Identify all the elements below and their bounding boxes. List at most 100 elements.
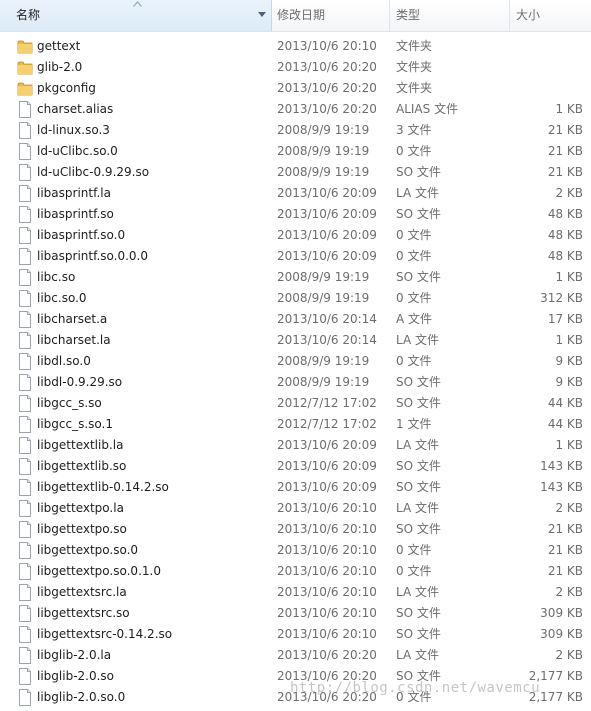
file-icon — [17, 584, 33, 601]
file-row[interactable]: libglib-2.0.so 2013/10/6 20:20 SO 文件 2,177 … — [0, 666, 591, 687]
column-header-date[interactable]: 修改日期 — [272, 0, 390, 31]
file-name: libgettextsrc-0.14.2.so — [37, 627, 173, 641]
file-row[interactable]: libcharset.la 2013/10/6 20:14 LA 文件 1 KB — [0, 330, 591, 351]
file-modified-date: 2013/10/6 20:20 — [277, 60, 377, 74]
file-size: 21 KB — [547, 543, 583, 557]
file-row[interactable]: libgettextlib-0.14.2.so 2013/10/6 20:09 SO… — [0, 477, 591, 498]
file-row[interactable]: libgcc_s.so.1 2012/7/12 17:02 1 文件 44 KB — [0, 414, 591, 435]
file-type: SO 文件 — [396, 522, 441, 536]
file-size: 2 KB — [555, 648, 583, 662]
file-row[interactable]: libcharset.a 2013/10/6 20:14 A 文件 17 KB — [0, 309, 591, 330]
file-name: charset.alias — [37, 102, 114, 116]
file-type: LA 文件 — [396, 648, 439, 662]
file-type: SO 文件 — [396, 165, 441, 179]
file-row[interactable]: libgettextlib.la 2013/10/6 20:09 LA 文件 1 KB — [0, 435, 591, 456]
column-header-type[interactable]: 类型 — [390, 0, 510, 31]
folder-row[interactable]: gettext 2013/10/6 20:10 文件夹 — [0, 36, 591, 57]
column-header-name-label: 名称 — [16, 8, 41, 22]
sort-ascending-icon — [133, 1, 142, 7]
file-modified-date: 2013/10/6 20:20 — [277, 648, 377, 662]
file-modified-date: 2013/10/6 20:14 — [277, 333, 377, 347]
file-row[interactable]: libgettextsrc.so 2013/10/6 20:10 SO 文件 309 … — [0, 603, 591, 624]
file-name: libgettextlib.so — [37, 459, 127, 473]
file-size: 9 KB — [555, 375, 583, 389]
file-row[interactable]: libgettextpo.so.0 2013/10/6 20:10 0 文件 21 K… — [0, 540, 591, 561]
file-row[interactable]: libgcc_s.so 2012/7/12 17:02 SO 文件 44 KB — [0, 393, 591, 414]
file-modified-date: 2008/9/9 19:19 — [277, 270, 370, 284]
file-name: glib-2.0 — [37, 60, 83, 74]
file-type: 文件夹 — [396, 39, 433, 53]
file-type: SO 文件 — [396, 270, 441, 284]
file-row[interactable]: libasprintf.so.0.0.0 2013/10/6 20:09 0 文件 4… — [0, 246, 591, 267]
file-modified-date: 2008/9/9 19:19 — [277, 165, 370, 179]
file-size: 48 KB — [547, 249, 583, 263]
file-type: 1 文件 — [396, 417, 432, 431]
file-size: 2,177 KB — [528, 669, 583, 683]
file-row[interactable]: libc.so.0 2008/9/9 19:19 0 文件 312 KB — [0, 288, 591, 309]
file-name: pkgconfig — [37, 81, 96, 95]
file-size: 44 KB — [547, 417, 583, 431]
file-icon — [17, 227, 33, 244]
file-type: LA 文件 — [396, 501, 439, 515]
column-filter-dropdown-icon[interactable] — [258, 12, 266, 18]
file-row[interactable]: ld-uClibc.so.0 2008/9/9 19:19 0 文件 21 KB — [0, 141, 591, 162]
file-name: libglib-2.0.la — [37, 648, 112, 662]
file-icon — [17, 164, 33, 181]
file-row[interactable]: libgettextsrc.la 2013/10/6 20:10 LA 文件 2 KB — [0, 582, 591, 603]
file-row[interactable]: libdl.so.0 2008/9/9 19:19 0 文件 9 KB — [0, 351, 591, 372]
file-name: libc.so — [37, 270, 76, 284]
file-name: libgettextsrc.la — [37, 585, 127, 599]
file-row[interactable]: libasprintf.so.0 2013/10/6 20:09 0 文件 48 KB — [0, 225, 591, 246]
file-icon — [17, 647, 33, 664]
file-type: SO 文件 — [396, 459, 441, 473]
file-row[interactable]: libc.so 2008/9/9 19:19 SO 文件 1 KB — [0, 267, 591, 288]
file-row[interactable]: libasprintf.la 2013/10/6 20:09 LA 文件 2 KB — [0, 183, 591, 204]
file-name: libgettextlib-0.14.2.so — [37, 480, 169, 494]
file-name: libgettextsrc.so — [37, 606, 130, 620]
file-icon — [17, 374, 33, 391]
file-row[interactable]: libgettextsrc-0.14.2.so 2013/10/6 20:10 SO… — [0, 624, 591, 645]
file-icon — [17, 143, 33, 160]
file-name: libgettextpo.la — [37, 501, 124, 515]
file-row[interactable]: charset.alias 2013/10/6 20:20 ALIAS 文件 1 KB — [0, 99, 591, 120]
file-icon — [17, 500, 33, 517]
file-row[interactable]: libgettextpo.la 2013/10/6 20:10 LA 文件 2 KB — [0, 498, 591, 519]
file-row[interactable]: libgettextpo.so.0.1.0 2013/10/6 20:10 0 文件… — [0, 561, 591, 582]
file-row[interactable]: libdl-0.9.29.so 2008/9/9 19:19 SO 文件 9 KB — [0, 372, 591, 393]
file-size: 2 KB — [555, 186, 583, 200]
file-icon — [17, 332, 33, 349]
file-name: libc.so.0 — [37, 291, 87, 305]
file-size: 309 KB — [540, 627, 583, 641]
file-size: 21 KB — [547, 564, 583, 578]
file-row[interactable]: libgettextlib.so 2013/10/6 20:09 SO 文件 143 … — [0, 456, 591, 477]
file-modified-date: 2013/10/6 20:09 — [277, 459, 377, 473]
file-modified-date: 2008/9/9 19:19 — [277, 144, 370, 158]
file-name: libgettextpo.so.0 — [37, 543, 139, 557]
file-row[interactable]: libgettextpo.so 2013/10/6 20:10 SO 文件 21 KB — [0, 519, 591, 540]
file-name: libgcc_s.so.1 — [37, 417, 113, 431]
folder-row[interactable]: glib-2.0 2013/10/6 20:20 文件夹 — [0, 57, 591, 78]
column-header-size-label: 大小 — [516, 8, 541, 22]
file-size: 9 KB — [555, 354, 583, 368]
file-name: libgcc_s.so — [37, 396, 102, 410]
file-row[interactable]: libglib-2.0.la 2013/10/6 20:20 LA 文件 2 KB — [0, 645, 591, 666]
file-icon — [17, 479, 33, 496]
file-row[interactable]: libasprintf.so 2013/10/6 20:09 SO 文件 48 KB — [0, 204, 591, 225]
column-header-size[interactable]: 大小 — [510, 0, 591, 31]
column-header-name[interactable]: 名称 — [0, 0, 272, 31]
file-icon — [17, 605, 33, 622]
file-size: 44 KB — [547, 396, 583, 410]
file-row[interactable]: libglib-2.0.so.0 2013/10/6 20:20 0 文件 2,177… — [0, 687, 591, 708]
file-icon — [17, 416, 33, 433]
file-type: LA 文件 — [396, 333, 439, 347]
file-size: 21 KB — [547, 522, 583, 536]
file-row[interactable]: ld-uClibc-0.9.29.so 2008/9/9 19:19 SO 文件 21… — [0, 162, 591, 183]
file-modified-date: 2013/10/6 20:10 — [277, 39, 377, 53]
file-size: 48 KB — [547, 207, 583, 221]
file-modified-date: 2013/10/6 20:20 — [277, 690, 377, 704]
file-modified-date: 2013/10/6 20:20 — [277, 669, 377, 683]
file-modified-date: 2012/7/12 17:02 — [277, 417, 377, 431]
file-icon — [17, 353, 33, 370]
folder-row[interactable]: pkgconfig 2013/10/6 20:20 文件夹 — [0, 78, 591, 99]
file-row[interactable]: ld-linux.so.3 2008/9/9 19:19 3 文件 21 KB — [0, 120, 591, 141]
